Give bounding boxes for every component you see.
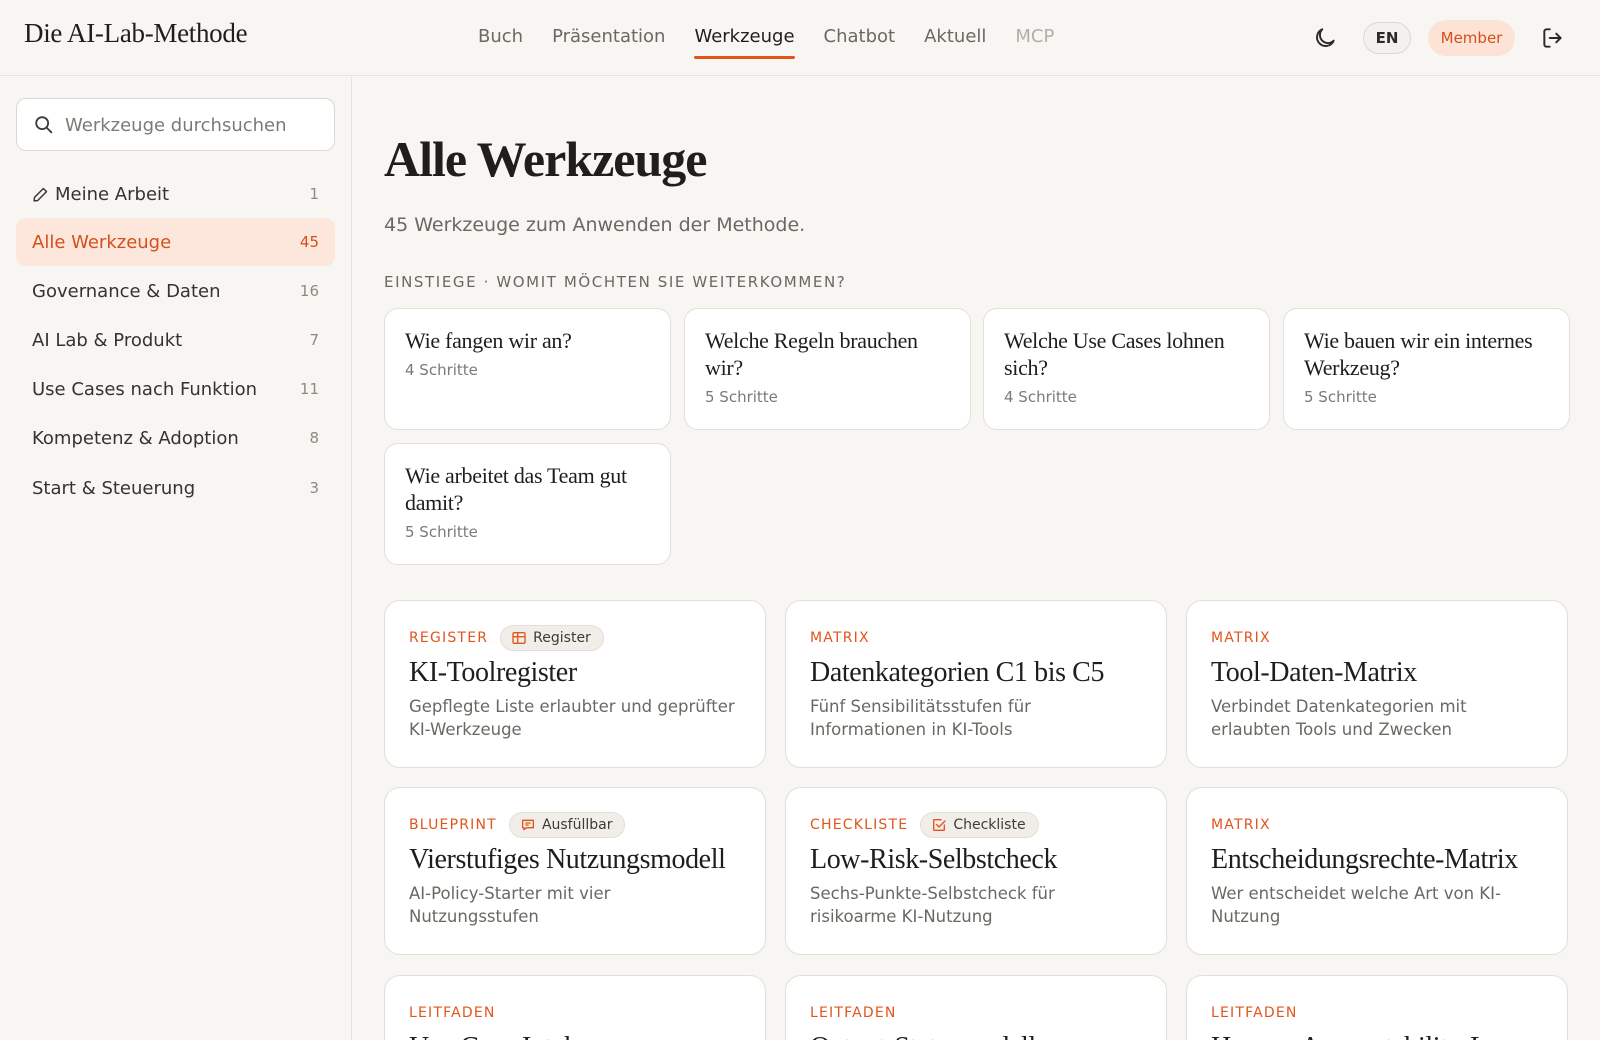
search-icon (35, 116, 53, 134)
form-icon (521, 819, 534, 831)
tool-title: Datenkategorien C1 bis C5 (810, 657, 1105, 688)
entry-steps: 4 Schritte (405, 361, 478, 379)
entry-card[interactable]: Welche Regeln brauchen wir? 5 Schritte (684, 308, 971, 430)
search-input[interactable] (65, 111, 321, 139)
tool-tag-label: Register (533, 630, 591, 646)
nav-item-mcp[interactable]: MCP (1015, 0, 1054, 76)
tool-kind: LEITFADEN (409, 1005, 496, 1021)
sidebar-item-count: 16 (299, 282, 319, 300)
tool-kind: LEITFADEN (810, 1005, 897, 1021)
site-logo[interactable]: Die AI-Lab-Methode (24, 18, 248, 49)
tool-title: Output-Statusmodell (810, 1032, 1142, 1040)
tool-kind: LEITFADEN (1211, 1005, 1298, 1021)
sidebar-item-count: 45 (299, 233, 319, 251)
entry-steps: 5 Schritte (705, 388, 778, 406)
page-title: Alle Werkzeuge (384, 131, 707, 187)
entry-steps: 4 Schritte (1004, 388, 1077, 406)
tool-title: KI-Toolregister (409, 657, 577, 688)
tool-card[interactable]: MATRIX Tool-Daten-Matrix Verbindet Daten… (1186, 600, 1568, 768)
nav-item-praesentation[interactable]: Präsentation (552, 0, 665, 76)
tool-card[interactable]: CHECKLISTE Checkliste Low-Risk-Selbstche… (785, 787, 1167, 955)
page-subtitle: 45 Werkzeuge zum Anwenden der Methode. (384, 214, 806, 236)
tool-tag: Checkliste (920, 812, 1039, 838)
sidebar-item-label: Governance & Daten (32, 280, 221, 302)
tool-tag: Register (500, 625, 604, 651)
moon-icon[interactable] (1312, 25, 1338, 51)
checkbox-icon (933, 819, 946, 831)
tool-card[interactable]: BLUEPRINT Ausfüllbar Vierstufiges Nutzun… (384, 787, 766, 955)
tool-kind: MATRIX (810, 630, 870, 646)
tool-kind: CHECKLISTE (810, 817, 909, 833)
sidebar-item-count: 1 (309, 185, 319, 203)
tool-tag: Ausfüllbar (508, 812, 626, 838)
entry-question: Wie arbeitet das Team gut damit? (405, 463, 627, 515)
search-box (16, 98, 335, 151)
top-header: Die AI-Lab-Methode Buch Präsentation Wer… (0, 0, 1600, 76)
entry-question: Welche Use Cases lohnen sich? (1004, 328, 1225, 380)
entry-question: Wie fangen wir an? (405, 328, 572, 353)
table-icon (512, 632, 526, 644)
sidebar: Meine Arbeit 1 Alle Werkzeuge 45 Governa… (0, 77, 352, 1040)
nav-item-buch[interactable]: Buch (478, 0, 523, 76)
sidebar-item-count: 7 (309, 331, 319, 349)
nav-item-werkzeuge[interactable]: Werkzeuge (694, 0, 795, 76)
tool-kind: BLUEPRINT (409, 817, 497, 833)
sidebar-item-label: Meine Arbeit (55, 183, 170, 205)
entry-steps: 5 Schritte (1304, 388, 1377, 406)
entry-question: Wie bauen wir ein internes Werkzeug? (1304, 328, 1533, 380)
pencil-icon (33, 187, 48, 202)
tool-card[interactable]: LEITFADEN Use-Case-Intake (384, 975, 766, 1040)
tool-kind: MATRIX (1211, 817, 1271, 833)
tool-card[interactable]: MATRIX Datenkategorien C1 bis C5 Fünf Se… (785, 600, 1167, 768)
tool-kind: MATRIX (1211, 630, 1271, 646)
tool-card[interactable]: LEITFADEN Output-Statusmodell (785, 975, 1167, 1040)
sidebar-item-label: Alle Werkzeuge (32, 231, 172, 253)
logout-icon[interactable] (1540, 25, 1566, 51)
tool-title: Tool-Daten-Matrix (1211, 657, 1417, 688)
tool-description: Sechs-Punkte-Selbstcheck für risikoarme … (810, 884, 1055, 926)
tool-description: Wer entscheidet welche Art von KI-Nutzun… (1211, 884, 1501, 926)
sidebar-item-label: Use Cases nach Funktion (32, 378, 258, 400)
sidebar-item-use-cases[interactable]: Use Cases nach Funktion 11 (16, 365, 335, 413)
sidebar-item-alle-werkzeuge[interactable]: Alle Werkzeuge 45 (16, 218, 335, 266)
sidebar-item-count: 11 (299, 380, 319, 398)
entry-card[interactable]: Welche Use Cases lohnen sich? 4 Schritte (983, 308, 1270, 430)
sidebar-item-count: 3 (309, 479, 319, 497)
sidebar-item-label: AI Lab & Produkt (32, 329, 183, 351)
tool-title: Vierstufiges Nutzungsmodell (409, 844, 726, 875)
sidebar-item-label: Start & Steuerung (32, 477, 196, 499)
tool-card[interactable]: LEITFADEN Human-Accountability-Loop (1186, 975, 1568, 1040)
entries-section-label: EINSTIEGE · WOMIT MÖCHTEN SIE WEITERKOMM… (384, 273, 847, 291)
tool-title: Low-Risk-Selbstcheck (810, 844, 1058, 875)
tool-tag-label: Checkliste (953, 817, 1026, 833)
sidebar-item-start[interactable]: Start & Steuerung 3 (16, 464, 335, 512)
tool-description: AI-Policy-Starter mit vier Nutzungsstufe… (409, 884, 611, 926)
tool-card[interactable]: MATRIX Entscheidungsrechte-Matrix Wer en… (1186, 787, 1568, 955)
main-nav: Buch Präsentation Werkzeuge Chatbot Aktu… (478, 0, 1083, 76)
entry-steps: 5 Schritte (405, 523, 478, 541)
tool-description: Gepflegte Liste erlaubter und geprüfter … (409, 697, 735, 739)
nav-item-chatbot[interactable]: Chatbot (824, 0, 896, 76)
sidebar-item-kompetenz[interactable]: Kompetenz & Adoption 8 (16, 414, 335, 462)
tool-description: Fünf Sensibilitätsstufen für Information… (810, 697, 1031, 739)
tool-title: Entscheidungsrechte-Matrix (1211, 844, 1518, 875)
tool-card[interactable]: REGISTER Register KI-Toolregister Gepfle… (384, 600, 766, 768)
member-button[interactable]: Member (1428, 20, 1515, 56)
tool-tag-label: Ausfüllbar (541, 817, 613, 833)
entry-card[interactable]: Wie arbeitet das Team gut damit? 5 Schri… (384, 443, 671, 565)
sidebar-item-ai-lab[interactable]: AI Lab & Produkt 7 (16, 316, 335, 364)
entry-card[interactable]: Wie fangen wir an? 4 Schritte (384, 308, 671, 430)
sidebar-item-label: Kompetenz & Adoption (32, 427, 239, 449)
sidebar-item-count: 8 (309, 429, 319, 447)
nav-item-aktuell[interactable]: Aktuell (924, 0, 986, 76)
entry-question: Welche Regeln brauchen wir? (705, 328, 918, 380)
tool-title: Use-Case-Intake (409, 1032, 741, 1040)
tool-description: Verbindet Datenkategorien mit erlaubten … (1211, 697, 1467, 739)
entry-card[interactable]: Wie bauen wir ein internes Werkzeug? 5 S… (1283, 308, 1570, 430)
tool-kind: REGISTER (409, 630, 489, 646)
language-toggle[interactable]: EN (1363, 22, 1411, 54)
sidebar-item-meine-arbeit[interactable]: Meine Arbeit 1 (16, 170, 335, 218)
sidebar-item-governance[interactable]: Governance & Daten 16 (16, 267, 335, 315)
tool-title: Human-Accountability-Loop (1211, 1032, 1543, 1040)
